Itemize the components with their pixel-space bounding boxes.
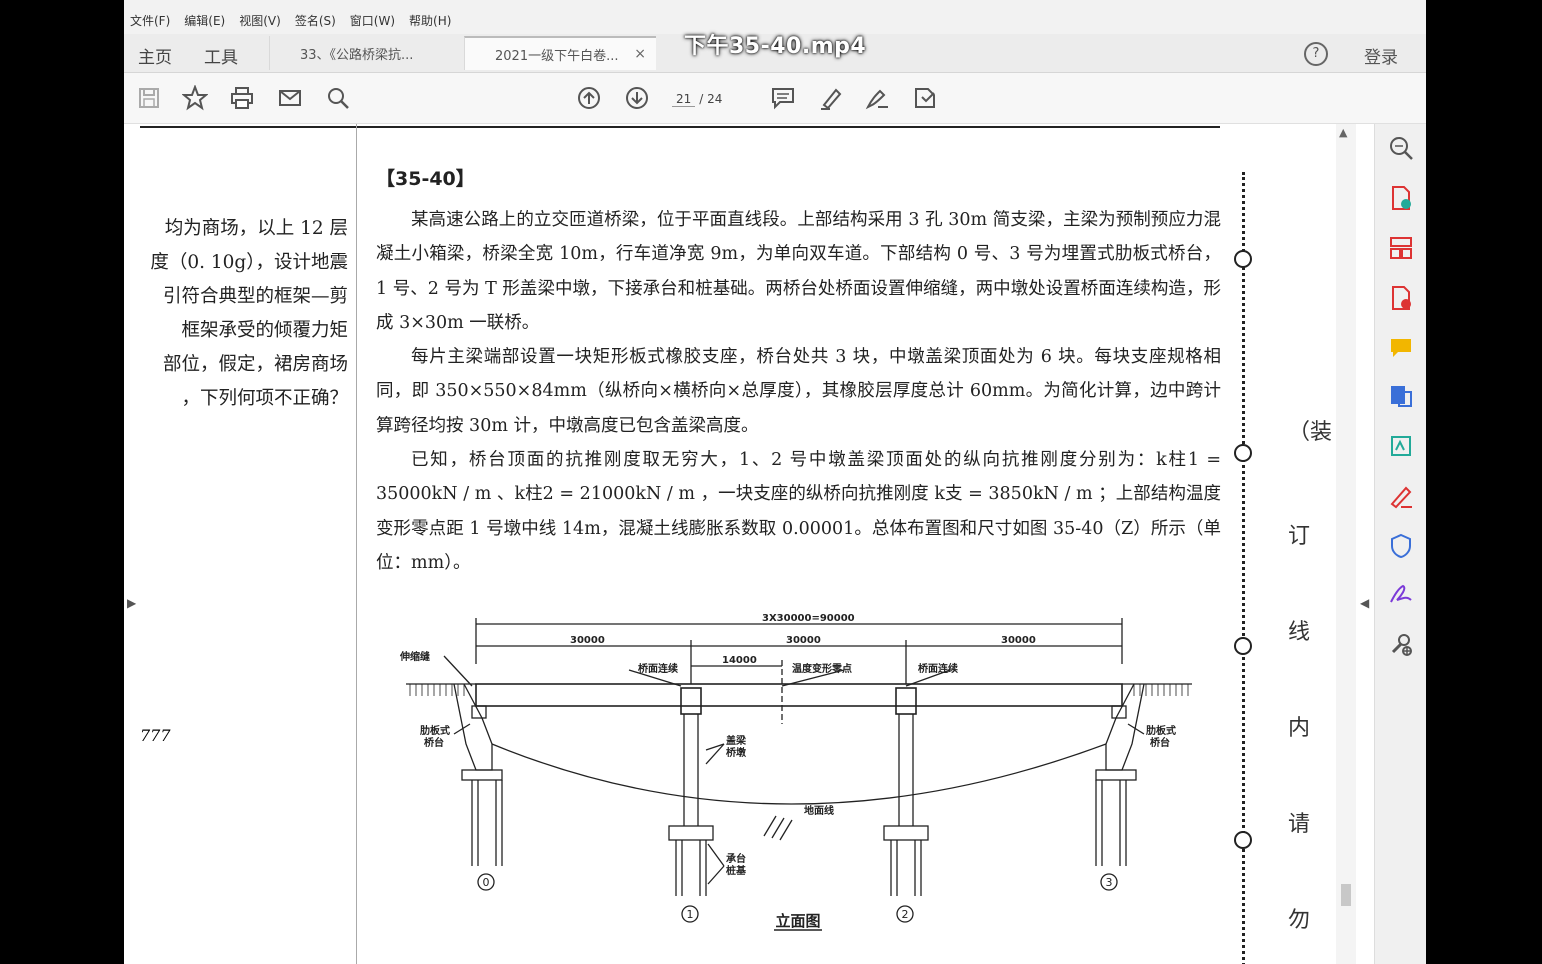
fill-sign-icon[interactable] bbox=[1387, 482, 1415, 510]
tab-document-2[interactable]: 2021一级下午白卷... × bbox=[464, 36, 656, 70]
svg-text:桥台: 桥台 bbox=[424, 736, 444, 749]
right-tools-panel bbox=[1374, 124, 1426, 964]
pdf-reader-window: 文件(F) 编辑(E) 视图(V) 签名(S) 窗口(W) 帮助(H) 主页 工… bbox=[124, 0, 1426, 964]
label-abutment-right: 肋板式 bbox=[1146, 724, 1176, 737]
label-cap-pile: 承台 bbox=[726, 852, 746, 865]
paragraph-1: 某高速公路上的立交匝道桥梁，位于平面直线段。上部结构采用 3 孔 30m 简支梁… bbox=[376, 210, 1221, 333]
previous-page-fragment: 均为商场，以上 12 层 度（0. 10g），设计地震 引符合典型的框架—剪 框… bbox=[140, 124, 357, 964]
mail-icon[interactable] bbox=[277, 85, 303, 111]
help-icon[interactable]: ? bbox=[1304, 42, 1328, 66]
page-up-icon[interactable] bbox=[576, 85, 602, 111]
left-line-6: ，下列何项不正确？ bbox=[181, 388, 348, 409]
menu-edit[interactable]: 编辑(E) bbox=[184, 12, 225, 29]
binding-char-3: 线 bbox=[1288, 620, 1311, 645]
zoom-icon[interactable] bbox=[1387, 134, 1415, 162]
bookmark-star-icon[interactable] bbox=[181, 84, 209, 111]
close-tab-icon[interactable]: × bbox=[634, 46, 646, 62]
tab-document-1[interactable]: 33、《公路桥梁抗... bbox=[269, 36, 461, 70]
diagram-caption: 立面图 bbox=[775, 912, 820, 930]
question-text: 【35-40】 某高速公路上的立交匝道桥梁，位于平面直线段。上部结构采用 3 孔… bbox=[376, 164, 1221, 580]
menu-sign[interactable]: 签名(S) bbox=[295, 12, 336, 29]
tab-tools[interactable]: 工具 bbox=[204, 43, 238, 68]
binding-char-1: （装 bbox=[1288, 420, 1333, 445]
binding-char-2: 订 bbox=[1288, 524, 1311, 549]
stamp-icon[interactable] bbox=[912, 85, 938, 111]
left-line-4: 框架承受的倾覆力矩 bbox=[181, 320, 348, 341]
menu-window[interactable]: 窗口(W) bbox=[350, 12, 395, 29]
signature-request-icon[interactable] bbox=[1387, 580, 1415, 608]
pier-label-1: 1 bbox=[687, 908, 694, 921]
paragraph-2: 每片主梁端部设置一块矩形板式橡胶支座，桥台处共 3 块，中墩盖梁顶面处为 6 块… bbox=[376, 347, 1221, 436]
svg-text:桥墩: 桥墩 bbox=[726, 746, 747, 759]
scroll-thumb[interactable] bbox=[1341, 884, 1351, 906]
pier-label-3: 3 bbox=[1106, 876, 1113, 889]
pier-label-0: 0 bbox=[483, 876, 490, 889]
organize-pages-icon[interactable] bbox=[1387, 234, 1415, 262]
label-ground-line: 地面线 bbox=[804, 804, 834, 817]
dim-span-3: 30000 bbox=[1001, 635, 1036, 646]
right-panel-toggle-icon[interactable]: ◀ bbox=[1360, 596, 1369, 610]
export-pdf-icon[interactable] bbox=[1387, 284, 1415, 312]
left-panel-toggle-icon[interactable]: ▶ bbox=[127, 596, 136, 610]
label-expansion-joint: 伸缩缝 bbox=[399, 650, 430, 663]
tab-document-1-label: 33、《公路桥梁抗... bbox=[300, 47, 414, 63]
bridge-elevation-diagram: 3X30000=90000 30000 30000 30000 14000 伸缩… bbox=[399, 613, 1192, 931]
current-page-input[interactable]: 21 bbox=[672, 92, 696, 107]
binding-hole-3 bbox=[1234, 637, 1252, 655]
menu-help[interactable]: 帮助(H) bbox=[409, 12, 451, 29]
video-title-overlay: 下午35-40.mp4 bbox=[684, 34, 867, 59]
left-mark: 777 bbox=[140, 726, 171, 745]
pier-label-2: 2 bbox=[902, 908, 909, 921]
dim-total: 3X30000=90000 bbox=[762, 613, 855, 624]
page-indicator: 21 / 24 bbox=[672, 88, 736, 110]
label-cap-pier: 盖梁 bbox=[726, 734, 747, 747]
search-icon[interactable] bbox=[325, 85, 351, 111]
left-line-2: 度（0. 10g），设计地震 bbox=[150, 252, 348, 273]
dim-14000: 14000 bbox=[722, 655, 757, 666]
label-zero-point: 温度变形零点 bbox=[792, 662, 852, 675]
document-view[interactable]: 均为商场，以上 12 层 度（0. 10g），设计地震 引符合典型的框架—剪 框… bbox=[124, 124, 1374, 964]
binding-char-4: 内 bbox=[1288, 716, 1311, 741]
print-icon[interactable] bbox=[229, 85, 255, 111]
binding-char-6: 勿 bbox=[1288, 908, 1311, 933]
label-deck-continuity-2: 桥面连续 bbox=[918, 662, 958, 675]
page-down-icon[interactable] bbox=[624, 85, 650, 111]
binding-hole-4 bbox=[1234, 831, 1252, 849]
login-button[interactable]: 登录 bbox=[1364, 43, 1398, 68]
comment-panel-icon[interactable] bbox=[1387, 334, 1415, 362]
scroll-up-icon[interactable]: ▲ bbox=[1339, 126, 1347, 139]
binding-char-5: 请 bbox=[1288, 812, 1311, 837]
total-pages: / 24 bbox=[699, 92, 723, 106]
paragraph-3: 已知，桥台顶面的抗推刚度取无穷大，1、2 号中墩盖梁顶面处的纵向抗推刚度分别为：… bbox=[376, 450, 1221, 573]
enhance-scan-icon[interactable] bbox=[1387, 432, 1415, 460]
vertical-scrollbar[interactable]: ▲ bbox=[1336, 124, 1356, 964]
left-line-3: 引符合典型的框架—剪 bbox=[162, 286, 348, 307]
dim-span-1: 30000 bbox=[570, 635, 605, 646]
label-deck-continuity-1: 桥面连续 bbox=[638, 662, 678, 675]
comment-icon[interactable] bbox=[770, 85, 796, 111]
menu-view[interactable]: 视图(V) bbox=[239, 12, 281, 29]
create-pdf-icon[interactable] bbox=[1387, 184, 1415, 212]
left-line-5: 部位，假定，裙房商场 bbox=[162, 354, 348, 375]
tab-document-2-label: 2021一级下午白卷... bbox=[495, 48, 619, 64]
dim-span-2: 30000 bbox=[786, 635, 821, 646]
more-tools-icon[interactable] bbox=[1387, 630, 1415, 658]
left-line-1: 均为商场，以上 12 层 bbox=[164, 218, 348, 239]
svg-text:桥台: 桥台 bbox=[1150, 736, 1170, 749]
label-abutment-left: 肋板式 bbox=[420, 724, 450, 737]
protect-shield-icon[interactable] bbox=[1387, 532, 1415, 560]
toolbar: 21 / 24 bbox=[124, 73, 1426, 124]
save-icon[interactable] bbox=[136, 85, 162, 111]
sign-icon[interactable] bbox=[864, 85, 890, 111]
menu-file[interactable]: 文件(F) bbox=[130, 12, 170, 29]
binding-hole-1 bbox=[1234, 250, 1252, 268]
svg-text:桩基: 桩基 bbox=[726, 864, 747, 877]
question-heading: 【35-40】 bbox=[376, 168, 475, 190]
highlight-pen-icon[interactable] bbox=[818, 85, 844, 111]
send-file-icon[interactable] bbox=[1387, 382, 1415, 410]
tab-home[interactable]: 主页 bbox=[138, 43, 172, 68]
binding-hole-2 bbox=[1234, 444, 1252, 462]
